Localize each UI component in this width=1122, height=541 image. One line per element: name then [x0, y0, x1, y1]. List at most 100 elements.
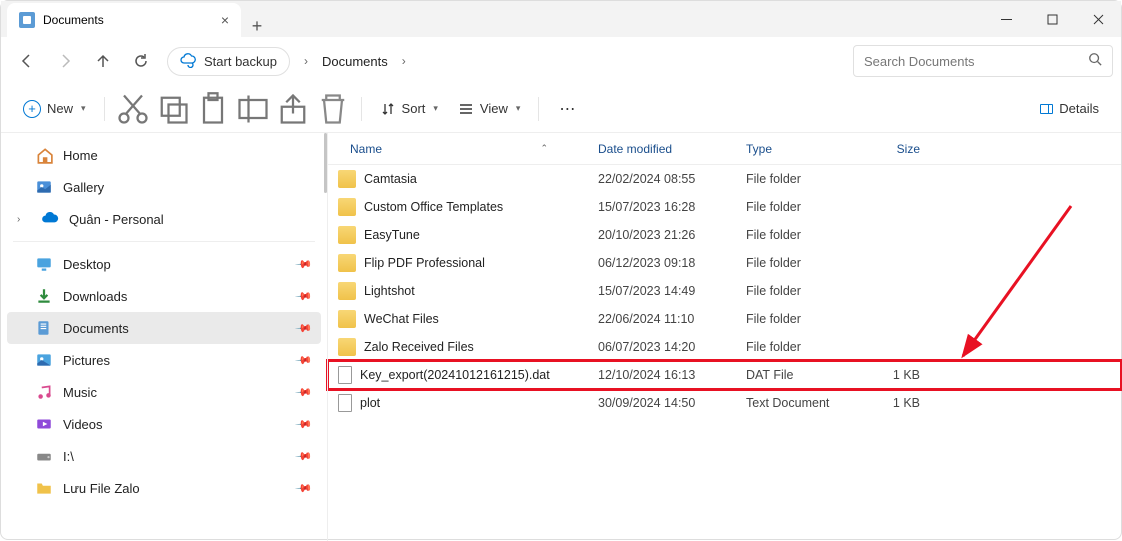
start-backup-pill[interactable]: Start backup — [167, 47, 290, 76]
pin-icon[interactable]: 📌 — [295, 479, 314, 498]
pin-icon[interactable]: 📌 — [295, 415, 314, 434]
paste-button[interactable] — [195, 93, 231, 125]
sidebar-item-label: Music — [63, 385, 97, 400]
pin-icon[interactable]: 📌 — [295, 287, 314, 306]
pin-icon[interactable]: 📌 — [295, 351, 314, 370]
sidebar-item-label: Lưu File Zalo — [63, 481, 140, 496]
sidebar-item-onedrive[interactable]: › Quân - Personal — [7, 203, 321, 235]
details-pane-button[interactable]: Details — [1032, 93, 1107, 125]
sidebar-item-label: Quân - Personal — [69, 212, 164, 227]
column-size-label: Size — [897, 142, 920, 156]
sidebar-item-videos[interactable]: Videos📌 — [7, 408, 321, 440]
delete-button[interactable] — [315, 93, 351, 125]
file-name: Lightshot — [364, 284, 415, 298]
file-icon — [338, 366, 352, 384]
sidebar-item-drive[interactable]: I:\📌 — [7, 440, 321, 472]
file-row[interactable]: WeChat Files22/06/2024 11:10File folder — [328, 305, 1121, 333]
new-button[interactable]: + New ▾ — [15, 93, 94, 125]
file-row[interactable]: Camtasia22/02/2024 08:55File folder — [328, 165, 1121, 193]
sidebar-item-desktop[interactable]: Desktop📌 — [7, 248, 321, 280]
maximize-button[interactable] — [1029, 1, 1075, 37]
new-tab-button[interactable]: + — [241, 16, 273, 37]
chevron-right-icon[interactable]: › — [296, 54, 316, 68]
navigation-sidebar: HomeGallery›Quân - Personal Desktop📌Down… — [1, 133, 328, 541]
minimize-button[interactable] — [983, 1, 1029, 37]
file-date: 30/09/2024 14:50 — [588, 396, 736, 410]
file-date: 22/06/2024 11:10 — [588, 312, 736, 326]
column-size[interactable]: Size — [856, 142, 930, 156]
sidebar-item-gallery[interactable]: Gallery — [7, 171, 321, 203]
sort-label: Sort — [402, 101, 426, 116]
file-row[interactable]: Zalo Received Files06/07/2023 14:20File … — [328, 333, 1121, 361]
file-name: EasyTune — [364, 228, 420, 242]
pin-icon[interactable]: 📌 — [295, 383, 314, 402]
drive-icon — [35, 447, 53, 465]
sidebar-item-pictures[interactable]: Pictures📌 — [7, 344, 321, 376]
search-input[interactable] — [864, 54, 1088, 69]
up-button[interactable] — [85, 43, 121, 79]
chevron-down-icon: ▾ — [433, 103, 438, 114]
file-row[interactable]: Custom Office Templates15/07/2023 16:28F… — [328, 193, 1121, 221]
sidebar-item-label: Downloads — [63, 289, 127, 304]
refresh-button[interactable] — [123, 43, 159, 79]
chevron-right-icon[interactable]: › — [17, 214, 31, 225]
file-row[interactable]: Flip PDF Professional06/12/2023 09:18Fil… — [328, 249, 1121, 277]
cloud-sync-icon — [180, 52, 196, 71]
column-date[interactable]: Date modified — [588, 142, 736, 156]
column-type[interactable]: Type — [736, 142, 856, 156]
file-name: Custom Office Templates — [364, 200, 503, 214]
tab-title: Documents — [43, 13, 104, 27]
share-button[interactable] — [275, 93, 311, 125]
file-name: Zalo Received Files — [364, 340, 474, 354]
home-icon — [35, 146, 53, 164]
file-row[interactable]: EasyTune20/10/2023 21:26File folder — [328, 221, 1121, 249]
pin-icon[interactable]: 📌 — [295, 255, 314, 274]
file-type: File folder — [736, 200, 856, 214]
onedrive-icon — [41, 210, 59, 228]
column-type-label: Type — [746, 142, 772, 156]
file-icon — [338, 394, 352, 412]
pin-icon[interactable]: 📌 — [295, 447, 314, 466]
more-button[interactable]: ⋯ — [549, 93, 585, 125]
close-window-button[interactable] — [1075, 1, 1121, 37]
file-name: plot — [360, 396, 380, 410]
sort-button[interactable]: Sort ▾ — [372, 93, 446, 125]
rename-button[interactable] — [235, 93, 271, 125]
cut-button[interactable] — [115, 93, 151, 125]
column-name[interactable]: Name ⌃ — [328, 142, 588, 156]
pill-label: Start backup — [204, 54, 277, 69]
file-type: DAT File — [736, 368, 856, 382]
breadcrumb-item[interactable]: Documents — [322, 54, 388, 69]
folder-icon — [338, 198, 356, 216]
separator — [104, 97, 105, 121]
file-date: 06/07/2023 14:20 — [588, 340, 736, 354]
sidebar-item-label: Home — [63, 148, 98, 163]
search-icon[interactable] — [1088, 52, 1102, 71]
view-icon — [458, 101, 474, 117]
file-type: File folder — [736, 172, 856, 186]
chevron-right-icon[interactable]: › — [394, 54, 414, 68]
sidebar-item-music[interactable]: Music 📌 — [7, 376, 321, 408]
file-list-area: Name ⌃ Date modified Type Size Camtasia2… — [328, 133, 1121, 541]
sidebar-item-downloads[interactable]: Downloads 📌 — [7, 280, 321, 312]
back-button[interactable] — [9, 43, 45, 79]
forward-button[interactable] — [47, 43, 83, 79]
file-type: File folder — [736, 256, 856, 270]
file-row[interactable]: Key_export(20241012161215).dat12/10/2024… — [328, 361, 1121, 389]
file-row[interactable]: plot30/09/2024 14:50Text Document1 KB — [328, 389, 1121, 417]
separator — [361, 97, 362, 121]
separator — [538, 97, 539, 121]
view-button[interactable]: View ▾ — [450, 93, 528, 125]
sidebar-item-documents[interactable]: Documents📌 — [7, 312, 321, 344]
search-box[interactable] — [853, 45, 1113, 77]
file-size: 1 KB — [856, 368, 930, 382]
sidebar-item-folder[interactable]: Lưu File Zalo 📌 — [7, 472, 321, 504]
folder-icon — [338, 170, 356, 188]
window-tab[interactable]: Documents × — [7, 3, 241, 37]
file-row[interactable]: Lightshot15/07/2023 14:49File folder — [328, 277, 1121, 305]
pin-icon[interactable]: 📌 — [295, 319, 314, 338]
sort-icon — [380, 101, 396, 117]
sidebar-item-home[interactable]: Home — [7, 139, 321, 171]
close-tab-icon[interactable]: × — [221, 12, 229, 28]
copy-button[interactable] — [155, 93, 191, 125]
